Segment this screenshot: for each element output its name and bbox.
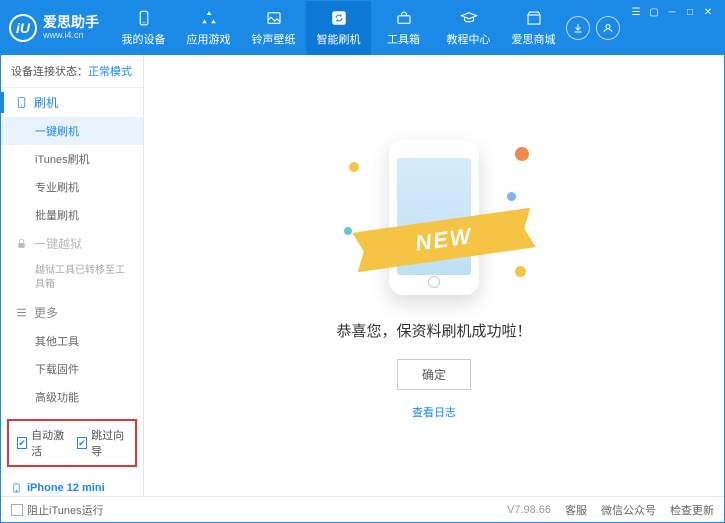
sidebar-item-itunes-flash[interactable]: iTunes刷机 [1,145,143,173]
store-icon [525,9,543,27]
footer-check-update[interactable]: 检查更新 [670,502,714,518]
refresh-icon [330,9,348,27]
device-info: iPhone 12 mini 64GB Down-12mini-13,1 [1,475,143,496]
sidebar-item-other-tools[interactable]: 其他工具 [1,327,143,355]
nav-label: 应用游戏 [187,31,231,47]
minimize-button[interactable]: ─ [664,5,680,19]
sidebar-item-oneclick-flash[interactable]: 一键刷机 [1,117,143,145]
footer-wechat[interactable]: 微信公众号 [601,502,656,518]
sidebar: 设备连接状态：正常模式 刷机 一键刷机 iTunes刷机 专业刷机 批量刷机 一… [1,55,144,496]
main-nav: 我的设备 应用游戏 铃声壁纸 智能刷机 工具箱 教程中心 [111,1,566,55]
app-window: iU 爱思助手 www.i4.cn 我的设备 应用游戏 铃声壁纸 智能刷机 [0,0,725,523]
device-name-row[interactable]: iPhone 12 mini [11,481,133,495]
sidebar-section-jailbreak[interactable]: 一键越狱 [1,229,143,258]
section-label: 更多 [34,304,58,321]
menu-icon[interactable]: ☰ [628,5,644,19]
nav-label: 爱思商城 [512,31,556,47]
nav-store[interactable]: 爱思商城 [501,1,566,55]
nav-label: 工具箱 [387,31,420,47]
download-button[interactable] [566,16,590,40]
wallpaper-icon [265,9,283,27]
success-message: 恭喜您，保资料刷机成功啦！ [336,320,531,341]
check-icon: ✔ [77,437,87,449]
checkbox-label: 阻止iTunes运行 [27,502,104,518]
status-bar: 阻止iTunes运行 V7.98.66 客服 微信公众号 检查更新 [1,496,724,522]
success-illustration: NEW [344,132,524,302]
sidebar-section-more[interactable]: 更多 [1,298,143,327]
checkbox-icon [11,504,23,516]
connection-status: 设备连接状态：正常模式 [1,55,143,88]
nav-my-device[interactable]: 我的设备 [111,1,176,55]
close-button[interactable]: ✕ [700,5,716,19]
nav-tutorials[interactable]: 教程中心 [436,1,501,55]
main-content: NEW 恭喜您，保资料刷机成功啦！ 确定 查看日志 [144,55,724,496]
sidebar-item-download-firmware[interactable]: 下载固件 [1,355,143,383]
sidebar-item-pro-flash[interactable]: 专业刷机 [1,173,143,201]
conn-value: 正常模式 [88,66,132,78]
jailbreak-note: 越狱工具已转移至工具箱 [1,258,143,298]
section-label: 刷机 [34,94,58,111]
footer-service[interactable]: 客服 [565,502,587,518]
graduation-icon [460,9,478,27]
nav-smart-flash[interactable]: 智能刷机 [306,1,371,55]
nav-ringtone-wallpaper[interactable]: 铃声壁纸 [241,1,306,55]
toolbox-icon [395,9,413,27]
sidebar-item-batch-flash[interactable]: 批量刷机 [1,201,143,229]
apps-icon [200,9,218,27]
nav-apps-games[interactable]: 应用游戏 [176,1,241,55]
logo-zone: iU 爱思助手 www.i4.cn [9,14,111,42]
app-title: 爱思助手 [43,15,99,30]
title-bar: iU 爱思助手 www.i4.cn 我的设备 应用游戏 铃声壁纸 智能刷机 [1,1,724,55]
checkbox-auto-activate[interactable]: ✔ 自动激活 [17,427,67,459]
checkbox-block-itunes[interactable]: 阻止iTunes运行 [11,502,104,518]
sidebar-section-flash[interactable]: 刷机 [1,88,143,117]
conn-label: 设备连接状态： [11,66,88,78]
checkbox-label: 跳过向导 [91,427,127,459]
device-name: iPhone 12 mini [27,482,105,494]
device-phone-icon [11,481,22,495]
window-controls: ☰ ▢ ─ □ ✕ [628,1,716,55]
nav-label: 教程中心 [447,31,491,47]
nav-label: 铃声壁纸 [252,31,296,47]
skin-icon[interactable]: ▢ [646,5,662,19]
options-highlight: ✔ 自动激活 ✔ 跳过向导 [7,419,137,467]
check-icon: ✔ [17,437,27,449]
checkbox-label: 自动激活 [31,427,67,459]
logo-mark: iU [9,14,37,42]
user-button[interactable] [596,16,620,40]
nav-label: 智能刷机 [317,31,361,47]
section-label: 一键越狱 [34,235,82,252]
view-log-link[interactable]: 查看日志 [412,404,456,420]
maximize-button[interactable]: □ [682,5,698,19]
sidebar-item-advanced[interactable]: 高级功能 [1,383,143,411]
app-url: www.i4.cn [43,31,99,41]
phone-icon [135,9,153,27]
ok-button[interactable]: 确定 [397,359,471,390]
nav-label: 我的设备 [122,31,166,47]
nav-toolbox[interactable]: 工具箱 [371,1,436,55]
checkbox-skip-guide[interactable]: ✔ 跳过向导 [77,427,127,459]
version-label: V7.98.66 [507,504,551,516]
